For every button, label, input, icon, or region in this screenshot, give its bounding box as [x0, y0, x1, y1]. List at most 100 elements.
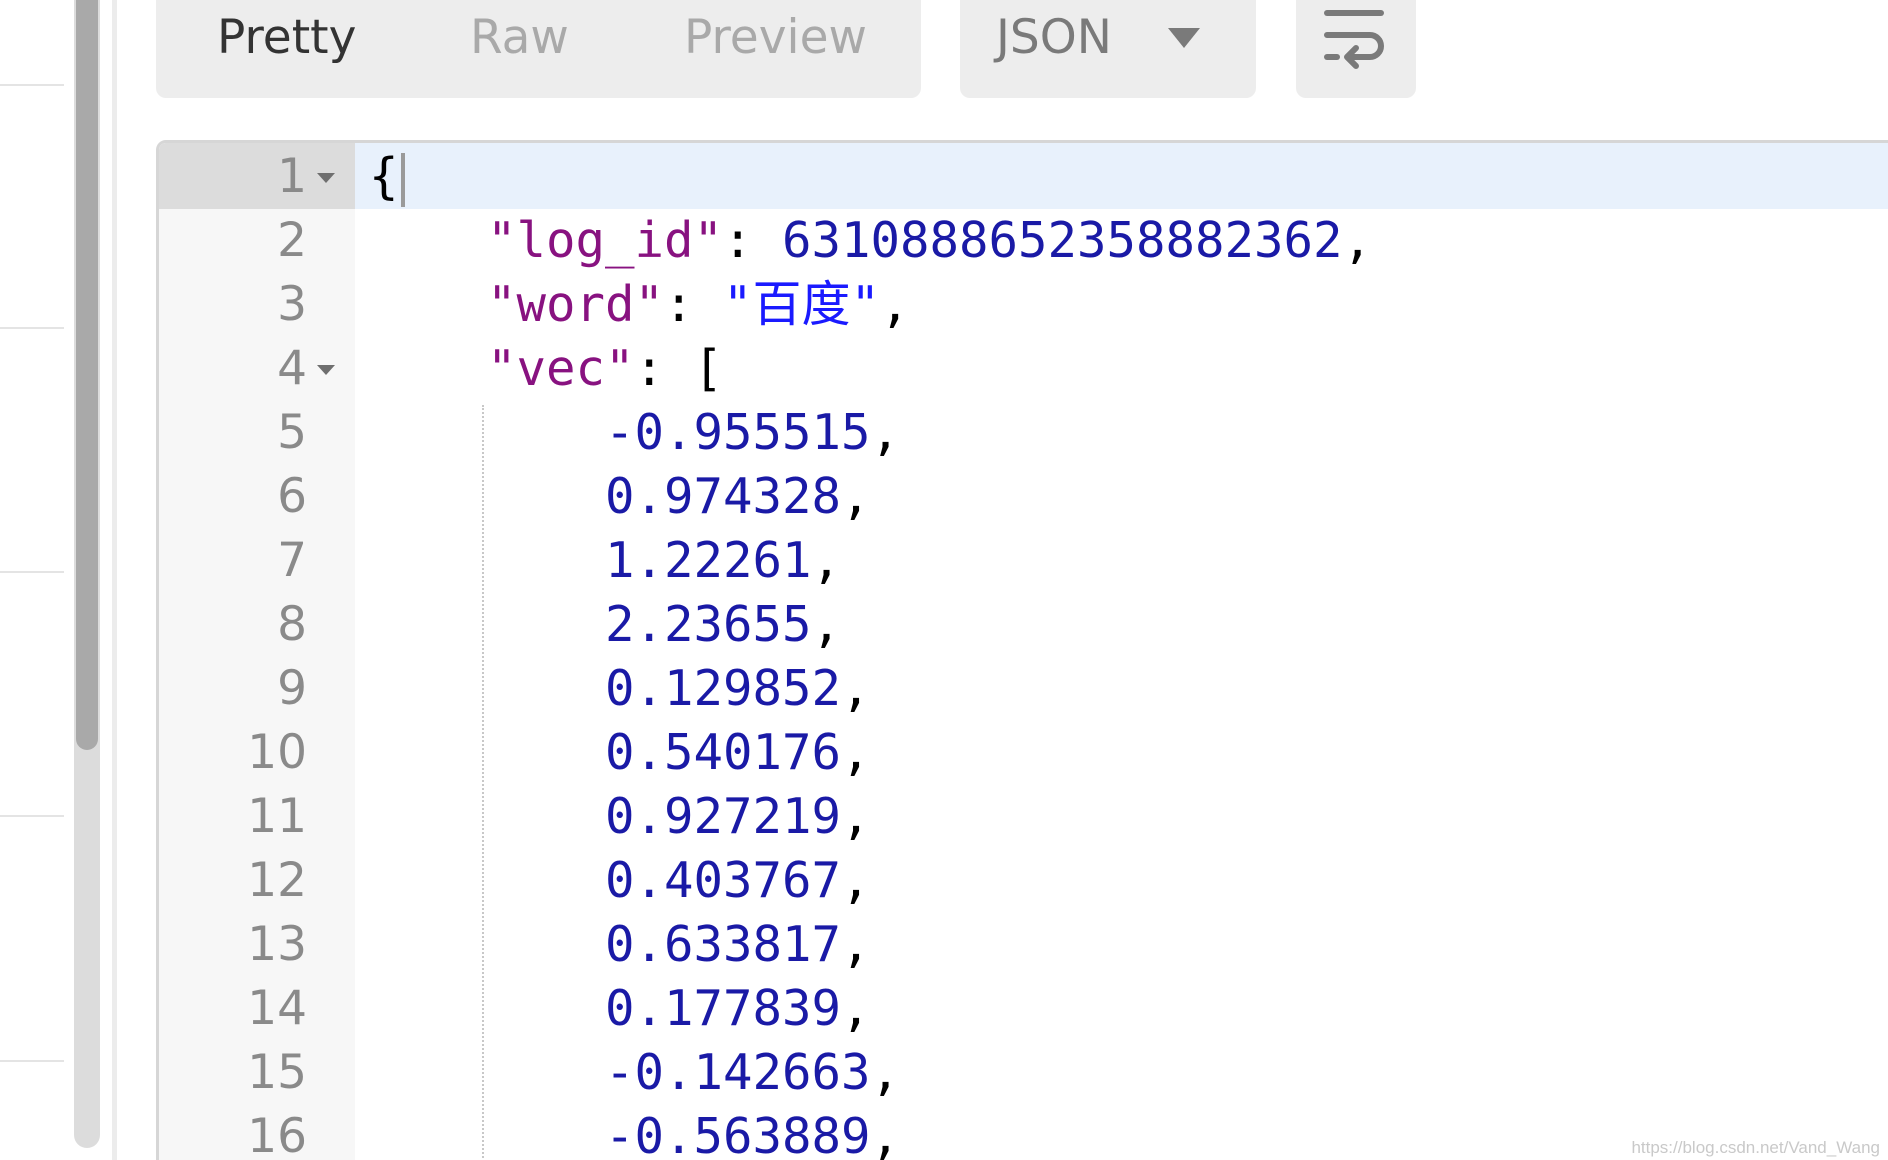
json-punctuation: : [: [634, 340, 724, 397]
fold-toggle-icon[interactable]: [317, 365, 335, 375]
code-line[interactable]: 5 -0.955515,: [159, 401, 1888, 465]
wrap-lines-icon: [1324, 10, 1384, 69]
fold-toggle-icon[interactable]: [317, 173, 335, 183]
code-text: -0.142663,: [369, 1041, 900, 1105]
json-punctuation: ,: [841, 980, 871, 1037]
line-number: 14: [247, 981, 307, 1036]
sidebar-scrollbar-thumb[interactable]: [76, 0, 98, 750]
code-line[interactable]: 16 -0.563889,: [159, 1105, 1888, 1160]
line-number: 7: [277, 533, 307, 588]
code-text: -0.955515,: [369, 401, 900, 465]
json-number: 0.540176: [605, 724, 842, 781]
line-number: 8: [277, 597, 307, 652]
code-line[interactable]: 10 0.540176,: [159, 721, 1888, 785]
code-line[interactable]: 12 0.403767,: [159, 849, 1888, 913]
code-text: 1.22261,: [369, 529, 841, 593]
json-punctuation: ,: [870, 1108, 901, 1160]
json-number: -0.955515: [605, 404, 871, 461]
code-line[interactable]: 2 "log_id": 6310888652358882362,: [159, 209, 1888, 273]
format-dropdown-label: JSON: [996, 10, 1112, 65]
tab-raw[interactable]: Raw: [470, 8, 569, 68]
wrap-lines-button[interactable]: [1296, 0, 1416, 98]
json-number: 0.403767: [605, 852, 842, 909]
json-punctuation: ,: [870, 1044, 901, 1101]
code-text: 0.403767,: [369, 849, 871, 913]
sidebar-divider: [0, 571, 64, 573]
json-number: 2.23655: [605, 596, 812, 653]
json-punctuation: ,: [841, 852, 871, 909]
json-number: 0.129852: [605, 660, 842, 717]
sidebar-divider: [0, 84, 64, 86]
line-number: 3: [277, 277, 307, 332]
line-number: 15: [247, 1045, 307, 1100]
code-line[interactable]: 9 0.129852,: [159, 657, 1888, 721]
pane-splitter[interactable]: [112, 0, 117, 1160]
json-punctuation: ,: [811, 596, 842, 653]
line-number: 9: [277, 661, 307, 716]
json-string: "百度": [723, 276, 881, 333]
code-line[interactable]: 13 0.633817,: [159, 913, 1888, 977]
code-text: 0.927219,: [369, 785, 871, 849]
json-number: 0.633817: [605, 916, 842, 973]
code-text: {: [369, 145, 405, 209]
json-punctuation: ,: [841, 788, 871, 845]
json-number: 0.927219: [605, 788, 842, 845]
json-punctuation: ,: [880, 276, 910, 333]
json-number: 0.974328: [605, 468, 842, 525]
json-punctuation: ,: [811, 532, 842, 589]
line-number: 12: [247, 853, 307, 908]
sidebar-divider: [0, 1060, 64, 1062]
code-line[interactable]: 14 0.177839,: [159, 977, 1888, 1041]
code-line[interactable]: 1{: [159, 145, 1888, 209]
line-number: 11: [247, 789, 307, 844]
line-number: 4: [277, 341, 307, 396]
code-line[interactable]: 6 0.974328,: [159, 465, 1888, 529]
tab-pretty[interactable]: Pretty: [217, 8, 356, 68]
line-number: 5: [277, 405, 307, 460]
code-text: "vec": [: [369, 337, 723, 401]
json-punctuation: ,: [841, 468, 871, 525]
line-number: 10: [247, 725, 307, 780]
json-punctuation: :: [664, 276, 724, 333]
json-key: "log_id": [487, 212, 724, 269]
json-punctuation: ,: [841, 724, 871, 781]
code-line[interactable]: 7 1.22261,: [159, 529, 1888, 593]
json-number: -0.563889: [605, 1108, 871, 1160]
code-text: 0.974328,: [369, 465, 871, 529]
code-editor[interactable]: 1{2 "log_id": 6310888652358882362, 3 "wor…: [156, 140, 1888, 1160]
code-line[interactable]: 15 -0.142663,: [159, 1041, 1888, 1105]
json-punctuation: ,: [870, 404, 901, 461]
json-punctuation: ,: [841, 660, 871, 717]
json-number: 0.177839: [605, 980, 842, 1037]
json-punctuation: :: [723, 212, 783, 269]
code-line[interactable]: 4 "vec": [: [159, 337, 1888, 401]
format-dropdown[interactable]: JSON: [960, 0, 1256, 98]
json-punctuation: ,: [1342, 212, 1373, 269]
text-cursor: [400, 152, 405, 207]
code-line[interactable]: 3 "word": "百度",: [159, 273, 1888, 337]
code-text: 0.177839,: [369, 977, 871, 1041]
code-line[interactable]: 11 0.927219,: [159, 785, 1888, 849]
json-number: 6310888652358882362: [782, 212, 1343, 269]
sidebar-divider: [0, 327, 64, 329]
code-line[interactable]: 8 2.23655,: [159, 593, 1888, 657]
json-number: 1.22261: [605, 532, 812, 589]
code-text: -0.563889,: [369, 1105, 900, 1160]
tab-preview[interactable]: Preview: [684, 8, 867, 68]
code-text: "log_id": 6310888652358882362,: [369, 209, 1372, 273]
code-text: 0.633817,: [369, 913, 871, 977]
watermark: https://blog.csdn.net/Vand_Wang: [1631, 1138, 1880, 1157]
